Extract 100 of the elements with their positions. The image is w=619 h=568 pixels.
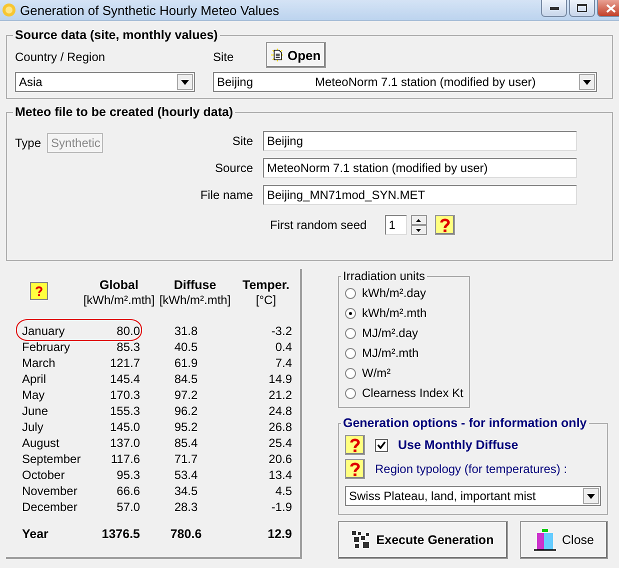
table-cell-text: 66.6 xyxy=(116,483,140,499)
checkbox-label: Use Monthly Diffuse xyxy=(398,438,518,452)
table-cell-text: 145.4 xyxy=(108,371,140,387)
input-field[interactable]: Beijing_MN71mod_SYN.MET xyxy=(263,185,577,205)
month-label: March xyxy=(22,355,56,371)
table-cell-text: 21.2 xyxy=(268,387,292,403)
month-label: August xyxy=(22,435,60,451)
table-cell-text: 34.5 xyxy=(173,483,199,499)
table-cell-text: 155.3 xyxy=(108,403,140,419)
question-mark-icon xyxy=(438,217,452,233)
radio-button[interactable] xyxy=(345,308,356,318)
table-cell-text: 71.7 xyxy=(173,451,199,467)
radio-label: MJ/m².day xyxy=(362,326,418,340)
radio-label: Clearness Index Kt xyxy=(362,386,464,400)
group-title: Generation options - for information only xyxy=(342,416,588,430)
column-header: Temper. xyxy=(242,277,290,293)
table-cell-text: 24.8 xyxy=(268,403,292,419)
checkbox[interactable] xyxy=(375,438,388,452)
field-label: Site xyxy=(231,134,253,148)
question-mark-icon xyxy=(348,437,362,453)
radio-label: MJ/m².mth xyxy=(362,346,419,360)
check-icon xyxy=(377,441,386,449)
radio-button[interactable] xyxy=(345,288,356,298)
question-mark-icon xyxy=(34,285,44,297)
column-header: Global xyxy=(100,277,138,293)
table-cell-text: 85.4 xyxy=(173,435,199,451)
field-label: Source xyxy=(214,161,253,175)
table-cell-text: 40.5 xyxy=(173,339,199,355)
radio-button[interactable] xyxy=(345,368,356,378)
table-cell-text: 31.8 xyxy=(173,323,199,339)
site-dropdown[interactable]: Beijing MeteoNorm 7.1 station (modified by user) xyxy=(213,72,597,92)
column-unit: [kWh/m².mth] xyxy=(159,293,231,308)
close-icon xyxy=(606,4,616,12)
table-cell-text: -1.9 xyxy=(270,499,292,515)
table-cell-text: 57.0 xyxy=(116,499,140,515)
table-cell-text: 25.4 xyxy=(268,435,292,451)
input-field[interactable]: Beijing xyxy=(263,131,577,151)
column-unit: [°C] xyxy=(256,293,276,308)
table-cell-text: 80.0 xyxy=(116,323,140,339)
table-cell-text: 84.5 xyxy=(173,371,199,387)
table-cell-text: 145.0 xyxy=(108,419,140,435)
radio-button[interactable] xyxy=(345,388,356,398)
table-cell-text: 13.4 xyxy=(268,467,292,483)
maximize-button[interactable] xyxy=(569,0,595,17)
field-label: First random seed xyxy=(270,218,367,232)
window-title: Generation of Synthetic Hourly Meteo Values xyxy=(20,2,280,18)
table-cell-text: 85.3 xyxy=(116,339,140,355)
help-button[interactable] xyxy=(345,459,365,479)
month-label: October xyxy=(22,467,66,483)
month-label: September xyxy=(22,451,82,467)
close-button[interactable]: Close xyxy=(520,521,608,559)
open-button[interactable]: Open xyxy=(266,42,326,68)
country-dropdown[interactable]: Asia xyxy=(15,72,195,92)
month-label: July xyxy=(22,419,44,435)
close-window-button[interactable] xyxy=(597,0,619,17)
table-cell-text: 7.4 xyxy=(274,355,292,371)
table-cell-text: 61.9 xyxy=(173,355,199,371)
table-cell-text: 53.4 xyxy=(173,467,199,483)
column-unit: [kWh/m².mth] xyxy=(83,293,155,308)
radio-button[interactable] xyxy=(345,348,356,358)
door-icon xyxy=(534,529,556,551)
table-cell-text: 20.6 xyxy=(268,451,292,467)
table-cell-text: 117.6 xyxy=(110,451,140,467)
table-cell-text: 95.3 xyxy=(116,467,140,483)
gears-icon xyxy=(352,531,370,549)
help-button[interactable] xyxy=(434,215,455,235)
radio-label: W/m² xyxy=(362,366,391,380)
field-label: File name xyxy=(199,188,253,202)
spin-buttons[interactable] xyxy=(410,215,427,235)
month-label: April xyxy=(22,371,48,387)
month-label: January xyxy=(22,323,66,339)
field-label: Site xyxy=(213,50,234,66)
month-label: February xyxy=(22,339,72,355)
table-cell-text: 28.3 xyxy=(173,499,199,515)
table-cell-text: 137.0 xyxy=(108,435,140,451)
down-arrow-icon xyxy=(416,228,422,232)
sun-icon xyxy=(2,3,16,17)
table-cell-text: 26.8 xyxy=(268,419,292,435)
table-cell-text: 170.3 xyxy=(108,387,140,403)
input-field[interactable]: MeteoNorm 7.1 station (modified by user) xyxy=(263,158,577,178)
document-icon xyxy=(270,47,284,63)
help-button[interactable] xyxy=(345,435,365,455)
table-cell-text: 0.4 xyxy=(274,339,292,355)
group-title: Meteo file to be created (hourly data) xyxy=(14,105,234,119)
region-dropdown[interactable]: Swiss Plateau, land, important mist xyxy=(345,486,601,506)
month-label: December xyxy=(22,499,78,515)
total-label: Year xyxy=(22,526,50,543)
column-header: Diffuse xyxy=(174,277,216,293)
table-cell-text: 14.9 xyxy=(268,371,292,387)
minimize-button[interactable] xyxy=(541,0,567,17)
field-label: Country / Region xyxy=(15,50,106,66)
help-button[interactable] xyxy=(30,282,48,300)
seed-field[interactable]: 1 xyxy=(384,215,407,235)
group-title: Source data (site, monthly values) xyxy=(14,28,219,42)
up-arrow-icon xyxy=(416,218,422,222)
maximize-icon xyxy=(577,4,587,12)
execute-button[interactable]: Execute Generation xyxy=(338,521,508,559)
table-cell-text: 1376.5 xyxy=(100,526,140,543)
radio-label: kWh/m².mth xyxy=(362,306,427,320)
radio-button[interactable] xyxy=(345,328,356,338)
